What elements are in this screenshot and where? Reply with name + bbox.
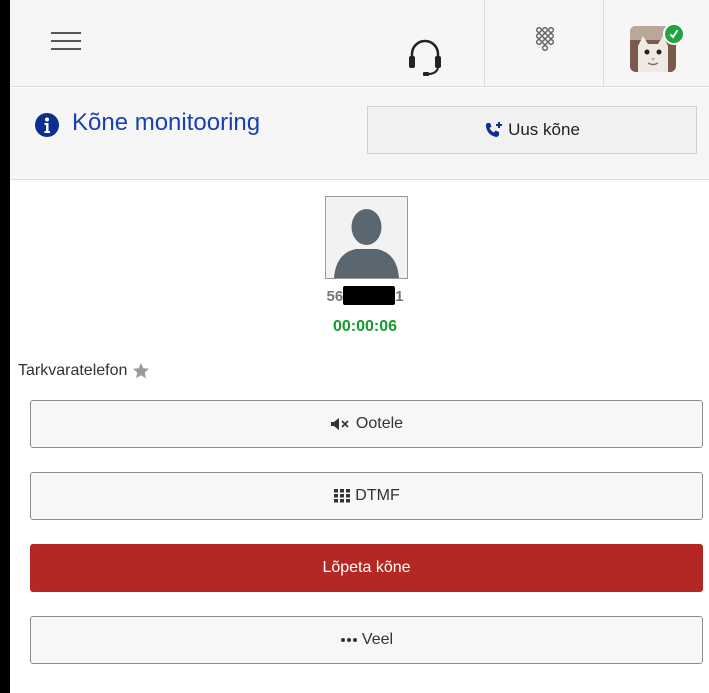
info-circle-icon bbox=[35, 113, 59, 137]
new-call-button[interactable]: Uus kõne bbox=[367, 106, 697, 154]
dtmf-button[interactable]: DTMF bbox=[30, 472, 703, 520]
top-toolbar bbox=[10, 0, 709, 87]
hamburger-menu-icon-line bbox=[51, 40, 81, 42]
hamburger-menu-icon-line bbox=[51, 32, 81, 34]
window-left-edge bbox=[0, 0, 10, 693]
headset-icon bbox=[409, 39, 441, 76]
keypad-grid-icon bbox=[334, 489, 351, 503]
dialpad-icon bbox=[536, 27, 554, 51]
page-title: Kõne monitooring bbox=[72, 109, 261, 136]
phone-plus-icon bbox=[486, 122, 503, 137]
dialpad-button[interactable] bbox=[484, 0, 604, 86]
hamburger-menu-icon-line bbox=[51, 48, 81, 50]
menu-button[interactable] bbox=[48, 26, 84, 56]
hold-button[interactable]: Ootele bbox=[30, 400, 703, 448]
caller-number-suffix: 1 bbox=[395, 288, 404, 305]
dtmf-label: DTMF bbox=[355, 487, 400, 504]
caller-number-prefix: 56 bbox=[326, 288, 344, 305]
caller-number: 56 1 bbox=[260, 286, 470, 305]
online-status-badge bbox=[663, 23, 685, 45]
headset-button[interactable] bbox=[400, 30, 450, 80]
person-silhouette-icon bbox=[334, 209, 399, 278]
call-timer: 00:00:06 bbox=[332, 318, 398, 335]
more-label: Veel bbox=[361, 631, 394, 648]
end-call-label: Lõpeta kõne bbox=[322, 559, 411, 576]
device-label: Tarkvaratelefon bbox=[18, 362, 150, 380]
contact-photo bbox=[325, 196, 408, 279]
star-icon[interactable] bbox=[132, 362, 150, 380]
page-header: Kõne monitooring Uus kõne bbox=[10, 88, 709, 180]
end-call-button[interactable]: Lõpeta kõne bbox=[30, 544, 703, 592]
redacted-block bbox=[343, 286, 396, 305]
softphone-app: Kõne monitooring Uus kõne 56 1 00:00:06 T… bbox=[10, 0, 709, 693]
new-call-label: Uus kõne bbox=[508, 120, 580, 139]
check-icon bbox=[670, 30, 678, 39]
hold-label: Ootele bbox=[355, 415, 404, 432]
speaker-mute-icon bbox=[330, 418, 349, 430]
user-avatar-button[interactable] bbox=[630, 23, 685, 76]
device-name: Tarkvaratelefon bbox=[18, 362, 128, 379]
ellipsis-icon bbox=[340, 638, 357, 642]
more-button[interactable]: Veel bbox=[30, 616, 703, 664]
